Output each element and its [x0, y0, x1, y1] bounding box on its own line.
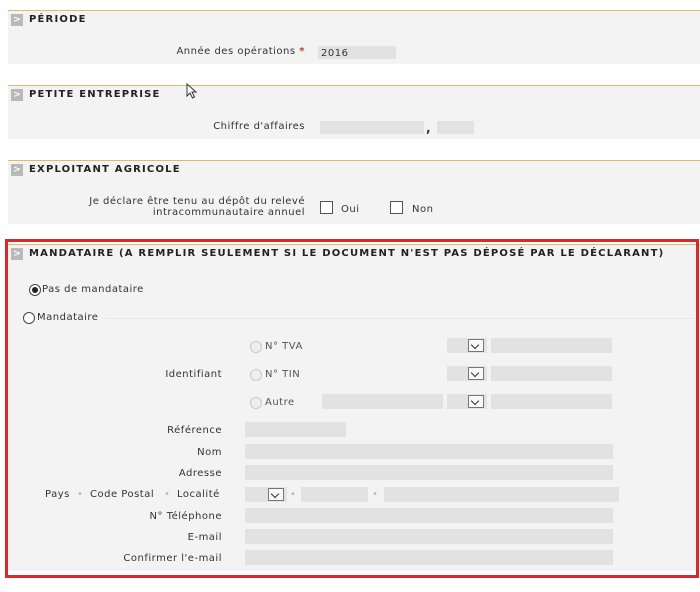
section-header-petite-entreprise: > PETITE ENTREPRISE [8, 85, 700, 104]
declare-label-line1: Je déclare être tenu au dépôt du relevé [89, 196, 305, 207]
section-title-exploitant: EXPLOITANT AGRICOLE [29, 164, 181, 175]
section-title-periode: PÉRIODE [29, 14, 87, 25]
oui-label: Oui [341, 204, 360, 215]
section-header-exploitant: > EXPLOITANT AGRICOLE [8, 160, 700, 179]
decimal-separator: , [426, 121, 432, 135]
highlight-box [5, 239, 699, 578]
annee-label: Année des opérations * [176, 46, 305, 57]
oui-checkbox[interactable] [320, 201, 333, 214]
non-checkbox[interactable] [390, 201, 403, 214]
chevron-right-icon[interactable]: > [11, 14, 23, 26]
non-label: Non [412, 204, 434, 215]
section-title-petite-entreprise: PETITE ENTREPRISE [29, 89, 161, 100]
chevron-right-icon[interactable]: > [11, 89, 23, 101]
mouse-cursor-icon [186, 83, 198, 99]
chiffre-affaires-decimal-input[interactable] [437, 121, 474, 134]
section-header-periode: > PÉRIODE [8, 10, 700, 29]
required-marker: * [299, 46, 305, 57]
chevron-right-icon[interactable]: > [11, 164, 23, 176]
declare-label-line2: intracommunautaire annuel [152, 207, 305, 218]
annee-value: 2016 [321, 48, 349, 59]
chiffre-affaires-label: Chiffre d'affaires [213, 121, 305, 132]
chiffre-affaires-input[interactable] [320, 121, 424, 134]
annee-input[interactable]: 2016 [318, 46, 396, 59]
